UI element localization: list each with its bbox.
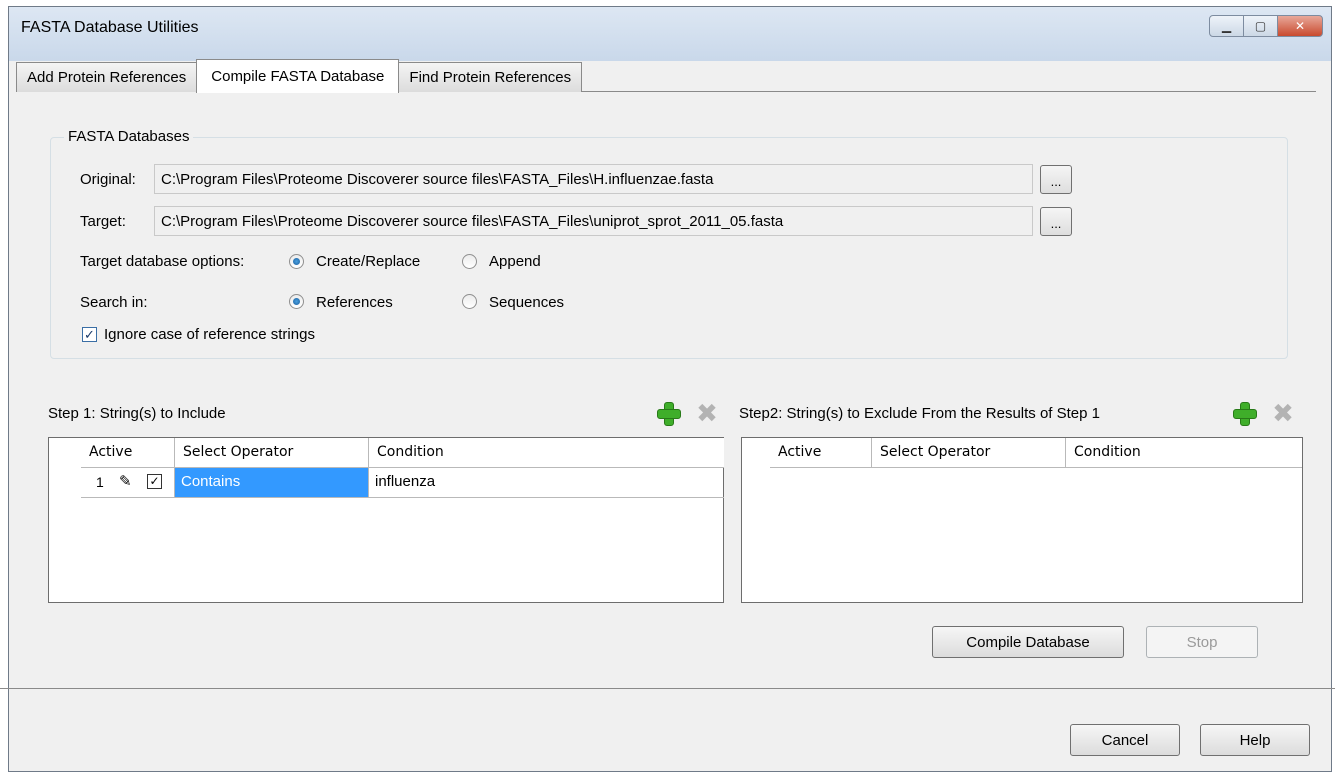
original-path-field[interactable]: C:\Program Files\Proteome Discoverer sou… bbox=[154, 164, 1033, 194]
row-active-checkbox[interactable]: ✓ bbox=[147, 474, 162, 489]
target-browse-button[interactable]: ... bbox=[1040, 207, 1072, 236]
minimize-button[interactable]: ▁ bbox=[1209, 15, 1244, 37]
append-radio[interactable] bbox=[462, 254, 477, 269]
step2-grid-header: Active Select Operator Condition bbox=[770, 438, 1302, 468]
step1-col-operator[interactable]: Select Operator bbox=[175, 438, 369, 468]
compile-database-button[interactable]: Compile Database bbox=[932, 626, 1124, 658]
step1-row1-active-cell: 1 ✎ ✓ bbox=[81, 468, 175, 497]
search-in-label: Search in: bbox=[80, 294, 148, 311]
create-replace-label: Create/Replace bbox=[316, 253, 421, 270]
maximize-button[interactable]: ▢ bbox=[1243, 15, 1278, 37]
step2-col-condition[interactable]: Condition bbox=[1066, 438, 1302, 468]
step2-add-icon[interactable] bbox=[1232, 401, 1257, 426]
stop-button[interactable]: Stop bbox=[1146, 626, 1258, 658]
step1-delete-icon[interactable]: ✖ bbox=[696, 400, 718, 426]
tab-compile-fasta-database[interactable]: Compile FASTA Database bbox=[196, 59, 400, 93]
cancel-button[interactable]: Cancel bbox=[1070, 724, 1180, 756]
target-label: Target: bbox=[80, 213, 126, 230]
close-button[interactable]: ✕ bbox=[1277, 15, 1323, 37]
window-title: FASTA Database Utilities bbox=[21, 19, 199, 36]
original-browse-button[interactable]: ... bbox=[1040, 165, 1072, 194]
tab-find-protein-references[interactable]: Find Protein References bbox=[398, 62, 583, 92]
original-label: Original: bbox=[80, 171, 136, 188]
create-replace-radio[interactable] bbox=[289, 254, 304, 269]
target-options-label: Target database options: bbox=[80, 253, 245, 270]
window-controls: ▁ ▢ ✕ bbox=[1209, 15, 1323, 37]
references-label: References bbox=[316, 294, 393, 311]
step1-grid: Active Select Operator Condition 1 ✎ ✓ C… bbox=[48, 437, 724, 603]
step1-col-condition[interactable]: Condition bbox=[369, 438, 724, 468]
group-label: FASTA Databases bbox=[64, 128, 194, 145]
step2-grid: Active Select Operator Condition bbox=[741, 437, 1303, 603]
append-label: Append bbox=[489, 253, 541, 270]
pencil-icon: ✎ bbox=[119, 473, 132, 490]
step1-col-active[interactable]: Active bbox=[81, 438, 175, 468]
target-path-field[interactable]: C:\Program Files\Proteome Discoverer sou… bbox=[154, 206, 1033, 236]
sequences-radio[interactable] bbox=[462, 294, 477, 309]
row-number: 1 bbox=[96, 474, 104, 490]
ignore-case-label: Ignore case of reference strings bbox=[104, 326, 315, 343]
step1-label: Step 1: String(s) to Include bbox=[48, 405, 226, 422]
table-row[interactable]: 1 ✎ ✓ Contains influenza bbox=[81, 468, 724, 498]
tab-add-protein-references[interactable]: Add Protein References bbox=[16, 62, 198, 92]
ignore-case-checkbox[interactable]: ✓ bbox=[82, 327, 97, 342]
title-bar: FASTA Database Utilities ▁ ▢ ✕ bbox=[9, 7, 1331, 61]
step1-grid-header: Active Select Operator Condition bbox=[81, 438, 724, 468]
step2-col-active[interactable]: Active bbox=[770, 438, 872, 468]
footer-divider bbox=[0, 688, 1335, 689]
step2-label: Step2: String(s) to Exclude From the Res… bbox=[739, 405, 1100, 422]
step1-add-icon[interactable] bbox=[656, 401, 681, 426]
step1-row1-operator-cell[interactable]: Contains bbox=[175, 468, 369, 497]
sequences-label: Sequences bbox=[489, 294, 565, 311]
references-radio[interactable] bbox=[289, 294, 304, 309]
step2-col-operator[interactable]: Select Operator bbox=[872, 438, 1066, 468]
help-button[interactable]: Help bbox=[1200, 724, 1310, 756]
step2-delete-icon[interactable]: ✖ bbox=[1272, 400, 1294, 426]
step1-row1-condition-cell[interactable]: influenza bbox=[369, 468, 724, 497]
tab-strip: Add Protein References Compile FASTA Dat… bbox=[16, 58, 583, 93]
